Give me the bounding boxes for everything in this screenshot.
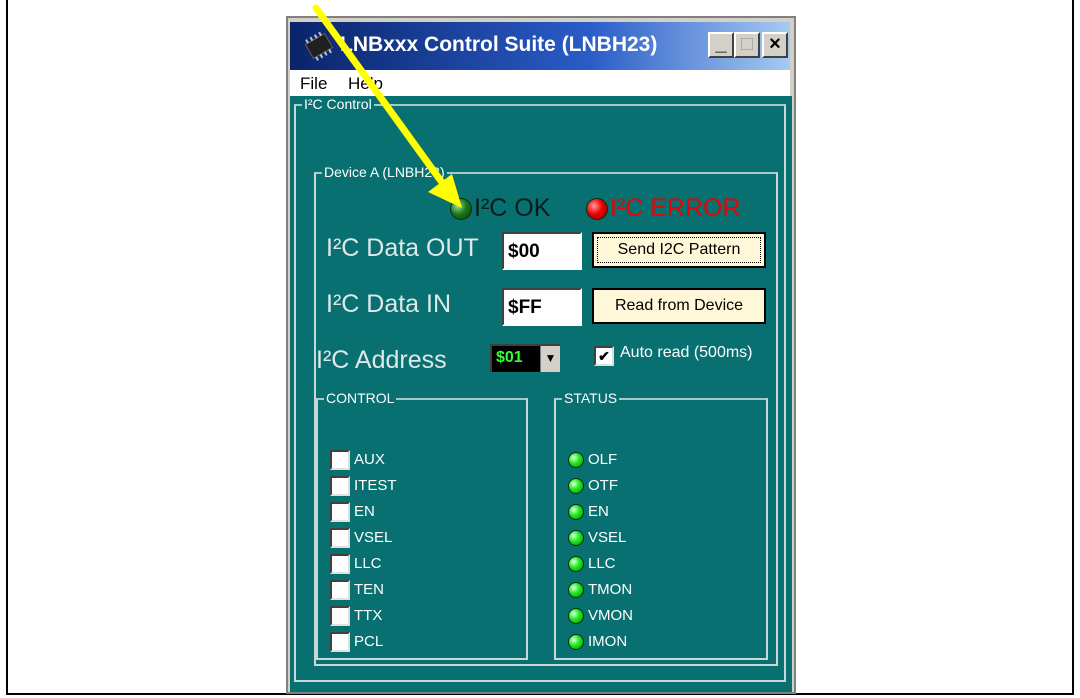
arrow-annotation-icon: [312, 4, 462, 208]
